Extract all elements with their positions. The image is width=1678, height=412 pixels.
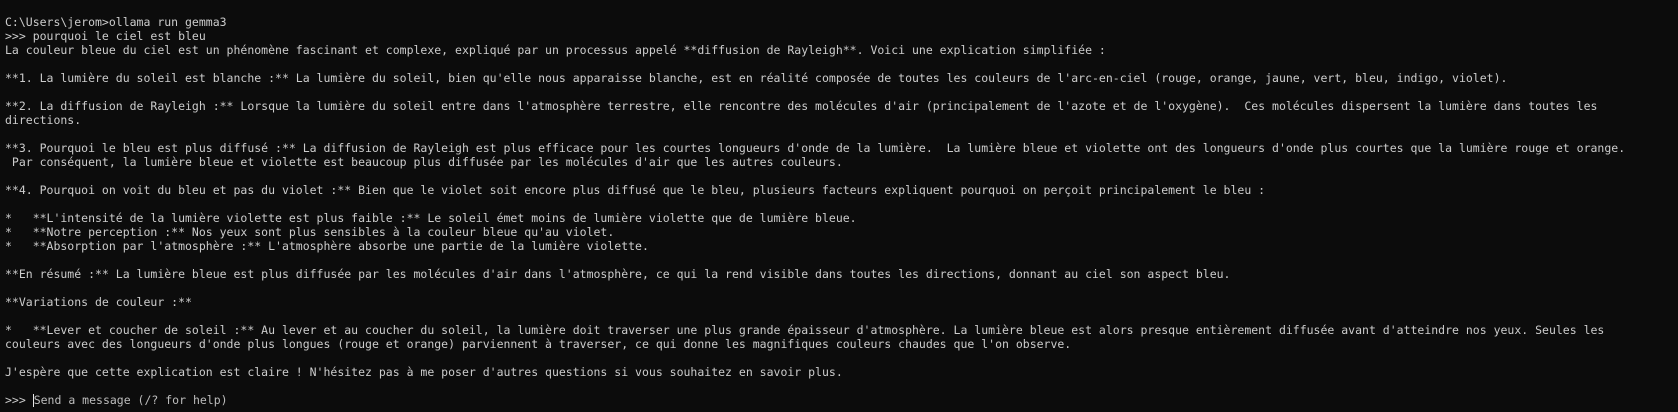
terminal-line: La couleur bleue du ciel est un phénomèn… [5, 43, 1106, 57]
terminal-output: C:\Users\jerom>ollama run gemma3 >>> pour… [5, 15, 1678, 393]
terminal-line: **En résumé :** La lumière bleue est plu… [5, 267, 1231, 281]
terminal-line: Par conséquent, la lumière bleue et viol… [5, 155, 843, 169]
terminal-line: **1. La lumière du soleil est blanche :*… [5, 71, 1508, 85]
terminal-line: couleurs avec des longueurs d'onde plus … [5, 337, 1072, 351]
terminal-line: * **Absorption par l'atmosphère :** L'at… [5, 239, 649, 253]
message-input-line[interactable]: >>> Send a message (/? for help) [5, 393, 1678, 407]
terminal-line: directions. [5, 113, 82, 127]
terminal-line: >>> pourquoi le ciel est bleu [5, 29, 206, 43]
terminal-line: * **Lever et coucher de soleil :** Au le… [5, 323, 1605, 337]
terminal-line: **4. Pourquoi on voit du bleu et pas du … [5, 183, 1266, 197]
terminal-line: C:\Users\jerom>ollama run gemma3 [5, 15, 227, 29]
input-prompt-symbol: >>> [5, 393, 33, 407]
terminal-line: **2. La diffusion de Rayleigh :** Lorsqu… [5, 99, 1598, 113]
terminal-line: J'espère que cette explication est clair… [5, 365, 843, 379]
terminal-line: * **Notre perception :** Nos yeux sont p… [5, 225, 615, 239]
terminal-line: **3. Pourquoi le bleu est plus diffusé :… [5, 141, 1626, 155]
terminal-window: C:\Users\jerom>ollama run gemma3 >>> pour… [0, 0, 1678, 412]
message-input-placeholder[interactable]: Send a message (/? for help) [34, 393, 228, 407]
terminal-line: **Variations de couleur :** [5, 295, 192, 309]
terminal-line: * **L'intensité de la lumière violette e… [5, 211, 857, 225]
